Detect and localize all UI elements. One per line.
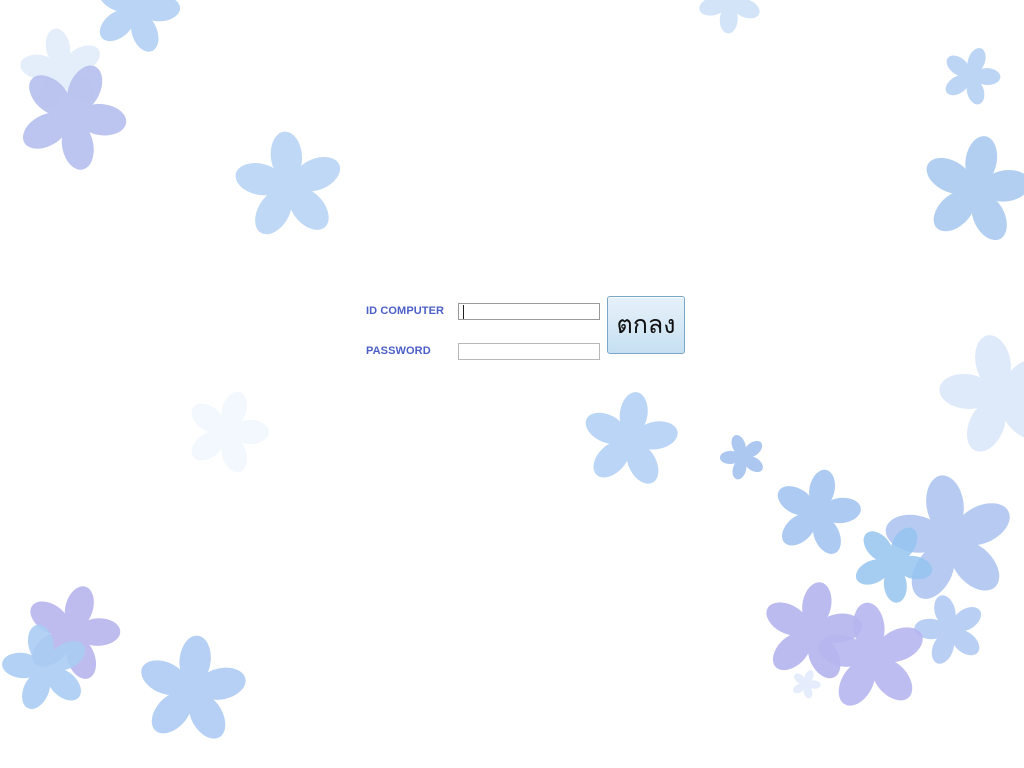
flower-shape (763, 460, 872, 565)
flower-shape (837, 507, 949, 618)
flower-shape (10, 572, 134, 693)
flower-shape (910, 126, 1024, 253)
flower-shape (11, 21, 113, 118)
submit-button[interactable]: ตกลง (607, 296, 685, 354)
flower-shape (904, 585, 995, 674)
flower-shape (873, 466, 1024, 613)
flower-shape (712, 427, 774, 487)
password-input[interactable] (458, 342, 600, 360)
id-computer-input[interactable] (458, 302, 600, 320)
flower-shape (809, 596, 935, 716)
flower-shape (932, 37, 1010, 114)
flower-shape (80, 0, 192, 64)
login-form: ID COMPUTER PASSWORD ตกลง (366, 296, 696, 362)
flower-shape (786, 664, 826, 704)
flower-shape (925, 322, 1024, 467)
flower-shape (685, 0, 776, 47)
wallpaper-decoration (0, 0, 1024, 749)
flower-shape (0, 42, 147, 189)
flower-shape (751, 573, 873, 690)
password-label: PASSWORD (366, 344, 431, 357)
id-computer-label: ID COMPUTER (366, 304, 445, 317)
flower-shape (129, 629, 255, 749)
flower-shape (172, 378, 282, 485)
flower-shape (0, 615, 100, 720)
text-caret (463, 305, 464, 319)
flower-shape (573, 385, 687, 494)
flower-shape (227, 126, 351, 245)
flower-layer (0, 0, 1024, 749)
